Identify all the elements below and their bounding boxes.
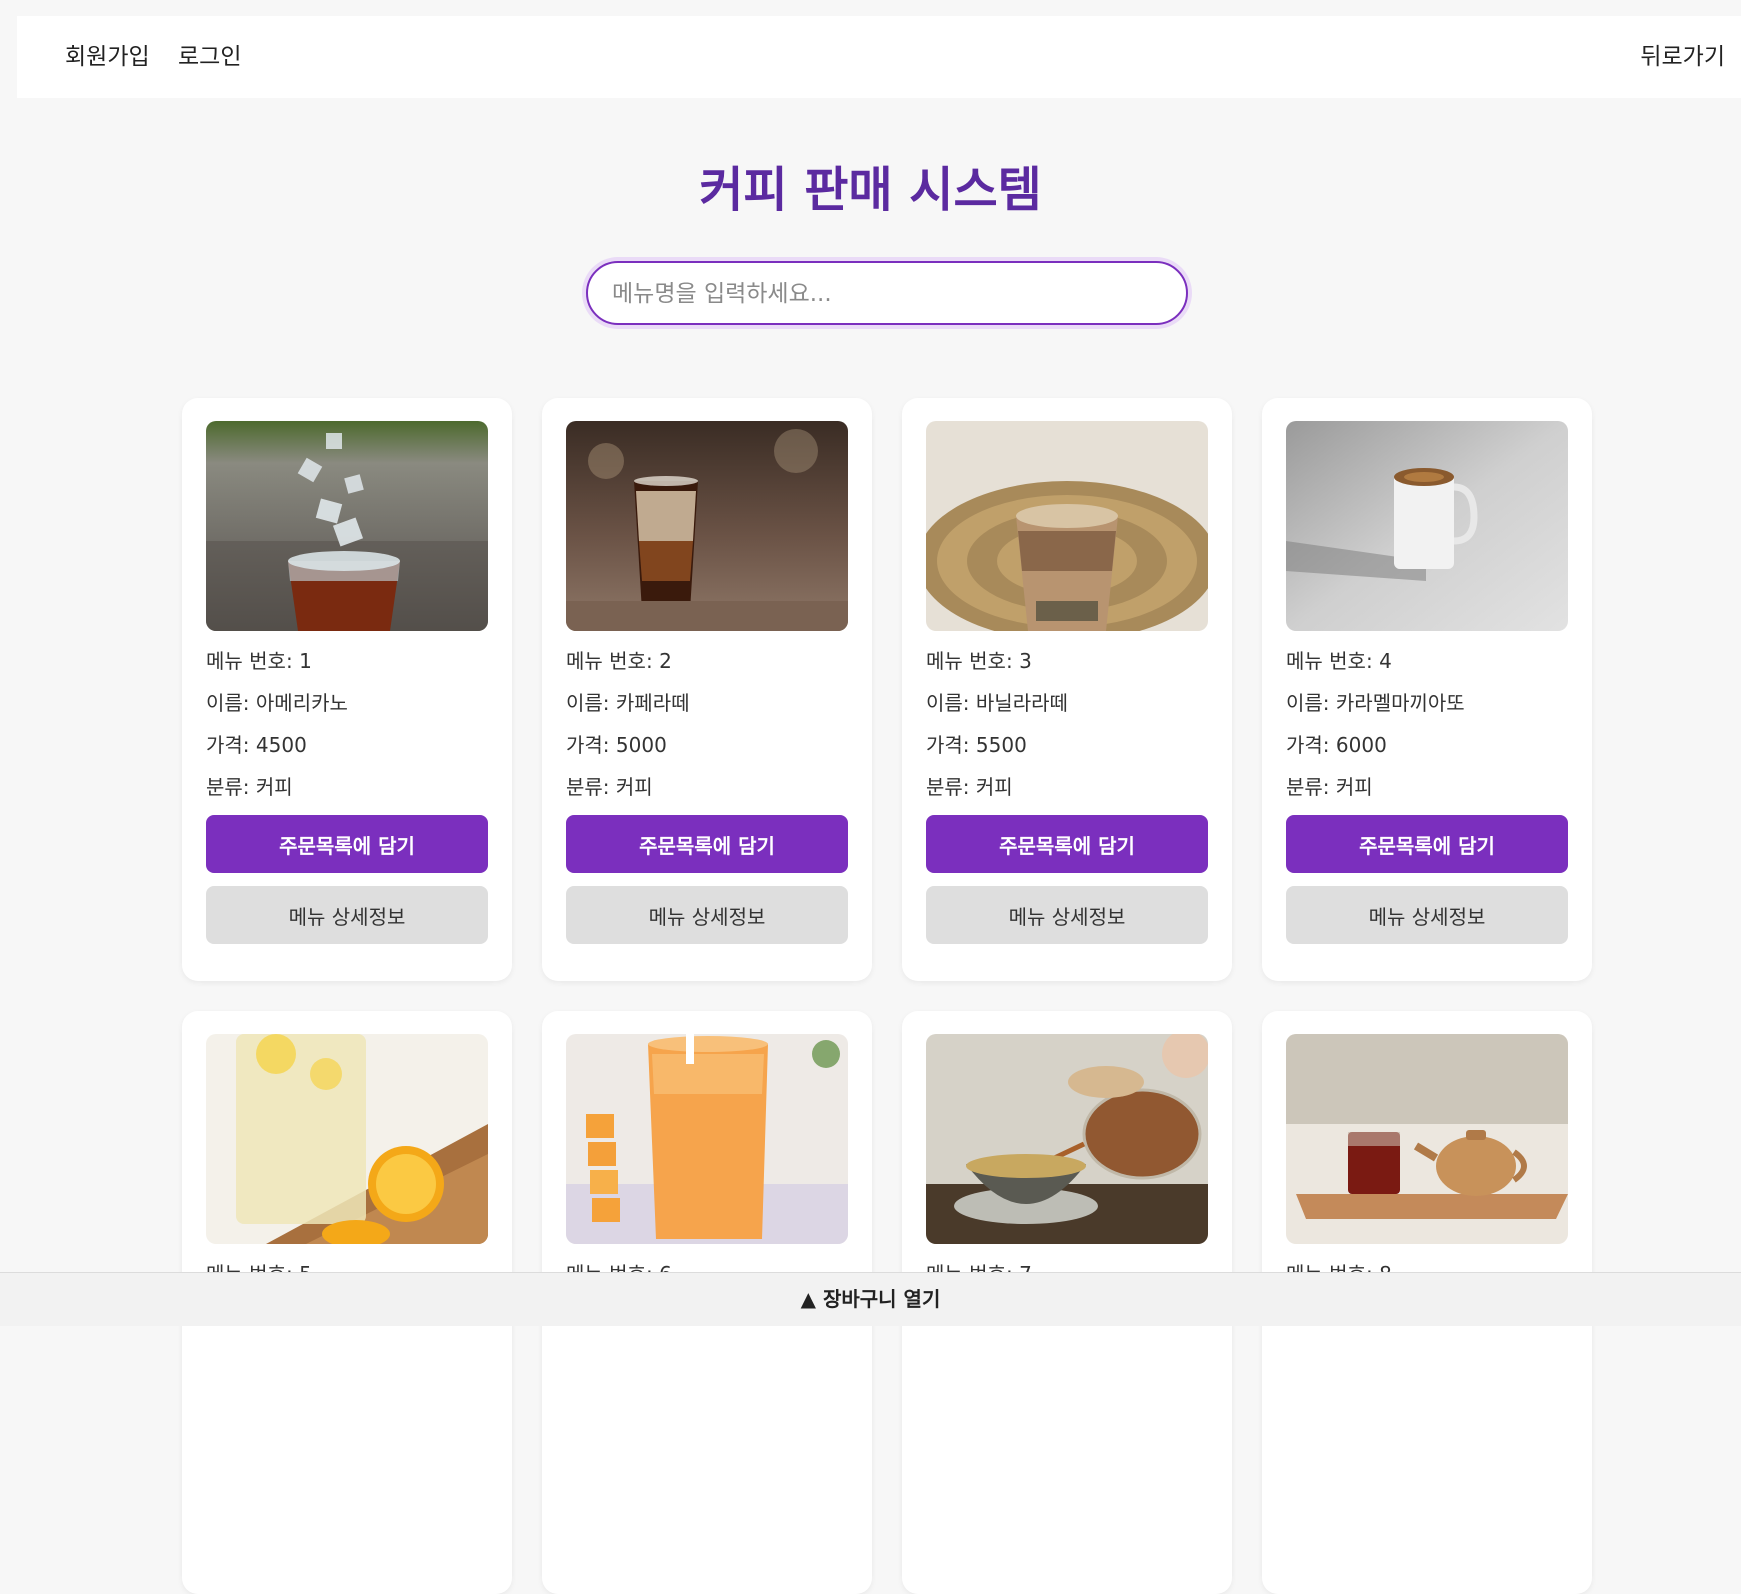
menu-number: 메뉴 번호: 4 (1286, 649, 1392, 673)
cart-toggle-button[interactable]: ▲ 장바구니 열기 (0, 1272, 1741, 1326)
menu-category: 분류: 커피 (1286, 775, 1373, 799)
menu-number: 메뉴 번호: 1 (206, 649, 312, 673)
iced-cafe-latte-photo (566, 421, 848, 631)
menu-number: 메뉴 번호: 2 (566, 649, 672, 673)
add-to-order-button[interactable]: 주문목록에 담기 (1286, 815, 1568, 873)
menu-grid: 메뉴 번호: 1 이름: 아메리카노 가격: 4500 분류: 커피 주문목록에… (182, 398, 1593, 1594)
menu-name: 이름: 카라멜마끼아또 (1286, 691, 1465, 715)
menu-name: 이름: 카페라떼 (566, 691, 690, 715)
menu-detail-button[interactable]: 메뉴 상세정보 (566, 886, 848, 944)
back-link[interactable]: 뒤로가기 (1640, 41, 1725, 73)
menu-name: 이름: 아메리카노 (206, 691, 348, 715)
menu-detail-button[interactable]: 메뉴 상세정보 (1286, 886, 1568, 944)
login-link[interactable]: 로그인 (178, 41, 241, 73)
menu-price: 가격: 6000 (1286, 733, 1387, 757)
top-navigation-bar: 회원가입 로그인 뒤로가기 (17, 16, 1741, 98)
mango-smoothie-photo (566, 1034, 848, 1244)
menu-card: 메뉴 번호: 2 이름: 카페라떼 가격: 5000 분류: 커피 주문목록에 … (542, 398, 872, 981)
add-to-order-button[interactable]: 주문목록에 담기 (926, 815, 1208, 873)
menu-detail-button[interactable]: 메뉴 상세정보 (206, 886, 488, 944)
menu-card: 메뉴 번호: 3 이름: 바닐라라떼 가격: 5500 분류: 커피 주문목록에… (902, 398, 1232, 981)
vanilla-latte-photo (926, 421, 1208, 631)
caramel-macchiato-photo (1286, 421, 1568, 631)
menu-price: 가격: 5000 (566, 733, 667, 757)
menu-category: 분류: 커피 (566, 775, 653, 799)
menu-name: 이름: 바닐라라떼 (926, 691, 1068, 715)
signup-link[interactable]: 회원가입 (65, 41, 150, 73)
menu-price: 가격: 5500 (926, 733, 1027, 757)
search-input[interactable] (610, 273, 1164, 315)
menu-number: 메뉴 번호: 3 (926, 649, 1032, 673)
search-box (586, 261, 1188, 325)
menu-detail-button[interactable]: 메뉴 상세정보 (926, 886, 1208, 944)
menu-card: 메뉴 번호: 1 이름: 아메리카노 가격: 4500 분류: 커피 주문목록에… (182, 398, 512, 981)
menu-card: 메뉴 번호: 4 이름: 카라멜마끼아또 가격: 6000 분류: 커피 주문목… (1262, 398, 1592, 981)
add-to-order-button[interactable]: 주문목록에 담기 (566, 815, 848, 873)
add-to-order-button[interactable]: 주문목록에 담기 (206, 815, 488, 873)
lemonade-photo (206, 1034, 488, 1244)
tea-pouring-photo (926, 1034, 1208, 1244)
teapot-set-photo (1286, 1034, 1568, 1244)
iced-americano-photo (206, 421, 488, 631)
page-title: 커피 판매 시스템 (699, 162, 1042, 218)
menu-price: 가격: 4500 (206, 733, 307, 757)
menu-category: 분류: 커피 (206, 775, 293, 799)
menu-category: 분류: 커피 (926, 775, 1013, 799)
